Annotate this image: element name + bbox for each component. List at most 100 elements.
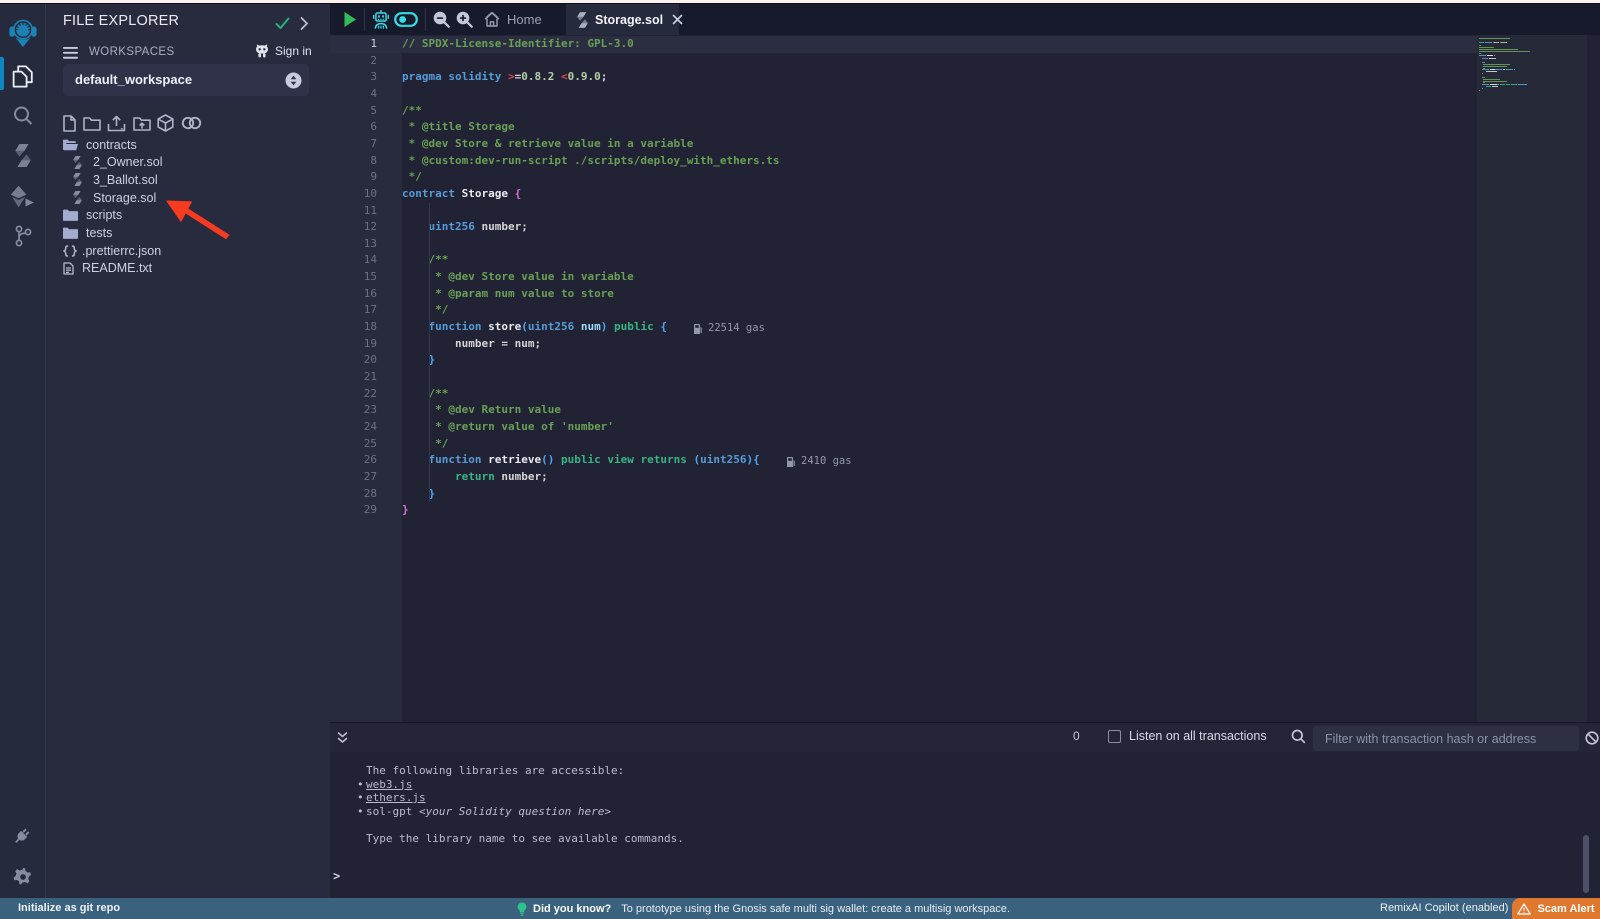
- tree-item-tests[interactable]: tests: [46, 224, 330, 242]
- ai-toggle-icon[interactable]: [394, 12, 418, 27]
- line-number: 28: [330, 486, 377, 503]
- tree-item-readme-txt[interactable]: README.txt: [46, 259, 330, 277]
- tree-item-scripts[interactable]: scripts: [46, 206, 330, 224]
- new-folder-icon[interactable]: [83, 116, 101, 131]
- workspace-select[interactable]: default_workspace: [63, 64, 309, 96]
- run-script-icon[interactable]: [343, 11, 357, 28]
- listen-label: Listen on all transactions: [1129, 729, 1267, 743]
- folder-icon: [63, 209, 78, 221]
- code-line-22: /**: [402, 386, 448, 403]
- solidity-compiler-icon[interactable]: [0, 144, 45, 167]
- settings-gear-icon[interactable]: [0, 866, 45, 888]
- minimap-line: [1479, 90, 1480, 91]
- line-number: 12: [330, 219, 377, 236]
- minimap-line: [1485, 42, 1492, 43]
- code-line-25: */: [402, 436, 448, 453]
- terminal-link[interactable]: ethers.js: [366, 791, 426, 804]
- gas-estimate: 2410 gas: [787, 455, 852, 467]
- code-line-8: * @custom:dev-run-script ./scripts/deplo…: [402, 153, 780, 170]
- code-line-19: number = num;: [402, 336, 541, 353]
- code-line-27: return number;: [402, 469, 548, 486]
- link-icon[interactable]: [181, 115, 202, 131]
- terminal-scrollbar[interactable]: [1583, 835, 1589, 893]
- line-number: 18: [330, 319, 377, 336]
- code-line-6: * @title Storage: [402, 119, 515, 136]
- git-icon[interactable]: [0, 224, 45, 248]
- terminal-search-icon: [1291, 729, 1306, 744]
- minimap-line: [1506, 84, 1510, 85]
- transaction-filter-input[interactable]: Filter with transaction hash or address: [1313, 726, 1579, 751]
- file-explorer-icon[interactable]: [0, 65, 45, 88]
- copilot-status[interactable]: RemixAI Copilot (enabled): [1380, 902, 1508, 914]
- git-init-button[interactable]: Initialize as git repo: [18, 902, 120, 914]
- upload-file-icon[interactable]: [107, 115, 126, 132]
- tree-item-label: Storage.sol: [93, 191, 156, 205]
- workspaces-menu-icon[interactable]: [63, 47, 78, 59]
- plugin-manager-icon[interactable]: [0, 824, 45, 847]
- new-file-icon[interactable]: [63, 115, 76, 132]
- minimap-line: [1483, 82, 1485, 83]
- minimap-line: [1482, 58, 1488, 59]
- minimap-line: [1479, 45, 1482, 46]
- minimap-line: [1479, 51, 1529, 52]
- deploy-run-icon[interactable]: [0, 185, 45, 208]
- line-number: 8: [330, 153, 377, 170]
- terminal-line: web3.js: [366, 778, 412, 791]
- clear-console-icon[interactable]: [1585, 731, 1599, 745]
- terminal-output[interactable]: The following libraries are accessible:•…: [330, 752, 1600, 898]
- line-number: 2: [330, 53, 377, 70]
- minimap-line: [1526, 84, 1527, 85]
- tree-item-storage-sol[interactable]: Storage.sol: [46, 189, 330, 207]
- ai-robot-icon[interactable]: [372, 10, 390, 29]
- tab-close-icon[interactable]: [672, 14, 683, 25]
- listen-checkbox[interactable]: [1108, 730, 1121, 743]
- sign-in-button[interactable]: Sign in: [254, 44, 312, 58]
- minimap-line: [1496, 69, 1502, 70]
- tree-item-label: tests: [86, 226, 112, 240]
- scam-alert-button[interactable]: Scam Alert: [1512, 898, 1600, 919]
- tip-text: To prototype using the Gnosis safe multi…: [621, 903, 1010, 915]
- remix-logo-icon[interactable]: [0, 16, 45, 50]
- line-number: 3: [330, 69, 377, 86]
- zoom-out-icon[interactable]: [433, 11, 450, 28]
- terminal-line: The following libraries are accessible:: [366, 764, 624, 777]
- folder-icon: [63, 227, 78, 239]
- activity-bar: [0, 4, 46, 898]
- ipfs-cube-icon[interactable]: [157, 114, 174, 132]
- terminal-tx-count: 0: [1073, 729, 1080, 743]
- zoom-in-icon[interactable]: [456, 11, 473, 28]
- editor-minimap[interactable]: [1477, 35, 1587, 722]
- line-number: 15: [330, 269, 377, 286]
- line-number: 20: [330, 352, 377, 369]
- line-number: 26: [330, 452, 377, 469]
- tree-item-2-owner-sol[interactable]: 2_Owner.sol: [46, 153, 330, 171]
- tab-home-label: Home: [507, 12, 542, 27]
- code-line-5: /**: [402, 103, 422, 120]
- workspace-selected-value: default_workspace: [75, 72, 192, 87]
- did-you-know-tip: Did you know? To prototype using the Gno…: [517, 898, 1010, 919]
- line-number: 21: [330, 369, 377, 386]
- terminal-link[interactable]: web3.js: [366, 778, 412, 791]
- minimap-line: [1482, 69, 1489, 70]
- tab-storage-sol[interactable]: Storage.sol: [566, 4, 679, 35]
- line-number: 10: [330, 186, 377, 203]
- status-bar: Initialize as git repo Did you know? To …: [0, 898, 1600, 919]
- warning-icon: [1517, 903, 1531, 915]
- terminal-expand-icon[interactable]: [336, 731, 349, 745]
- tree-item-contracts[interactable]: contracts: [46, 136, 330, 154]
- code-line-17: */: [402, 302, 448, 319]
- line-number: 23: [330, 402, 377, 419]
- file-explorer-toolbar: [63, 112, 202, 134]
- line-number: 17: [330, 302, 377, 319]
- code-line-26: function retrieve() public view returns …: [402, 452, 760, 469]
- minimap-line: [1492, 86, 1498, 87]
- tree-item-3-ballot-sol[interactable]: 3_Ballot.sol: [46, 171, 330, 189]
- tab-home[interactable]: Home: [476, 4, 550, 35]
- search-icon[interactable]: [0, 105, 45, 127]
- upload-folder-icon[interactable]: [133, 116, 151, 131]
- panel-collapse-chevron-icon[interactable]: [299, 16, 309, 31]
- minimap-line: [1482, 84, 1489, 85]
- minimap-line: [1479, 53, 1481, 54]
- solidity-icon: [73, 191, 82, 204]
- tree-item--prettierrc-json[interactable]: .prettierrc.json: [46, 242, 330, 260]
